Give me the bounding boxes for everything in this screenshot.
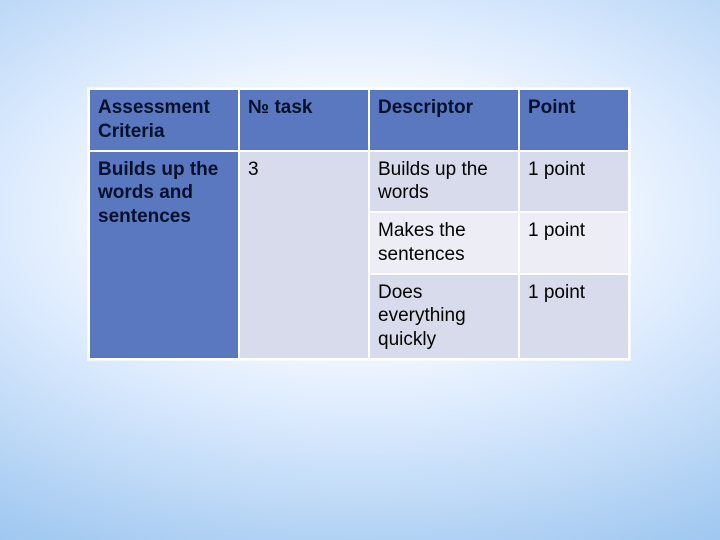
point-cell: 1 point: [519, 274, 629, 359]
criteria-cell: Builds up the words and sentences: [89, 151, 239, 359]
header-task: № task: [239, 89, 369, 151]
point-cell: 1 point: [519, 151, 629, 213]
header-criteria: Assessment Criteria: [89, 89, 239, 151]
descriptor-cell: Does everything quickly: [369, 274, 519, 359]
descriptor-cell: Makes the sentences: [369, 212, 519, 274]
header-descriptor: Descriptor: [369, 89, 519, 151]
table-row: Builds up the words and sentences 3 Buil…: [89, 151, 629, 213]
table-header-row: Assessment Criteria № task Descriptor Po…: [89, 89, 629, 151]
point-cell: 1 point: [519, 212, 629, 274]
slide-background: Assessment Criteria № task Descriptor Po…: [0, 0, 720, 540]
descriptor-cell: Builds up the words: [369, 151, 519, 213]
assessment-rubric-table: Assessment Criteria № task Descriptor Po…: [88, 88, 630, 360]
header-point: Point: [519, 89, 629, 151]
task-number-cell: 3: [239, 151, 369, 359]
